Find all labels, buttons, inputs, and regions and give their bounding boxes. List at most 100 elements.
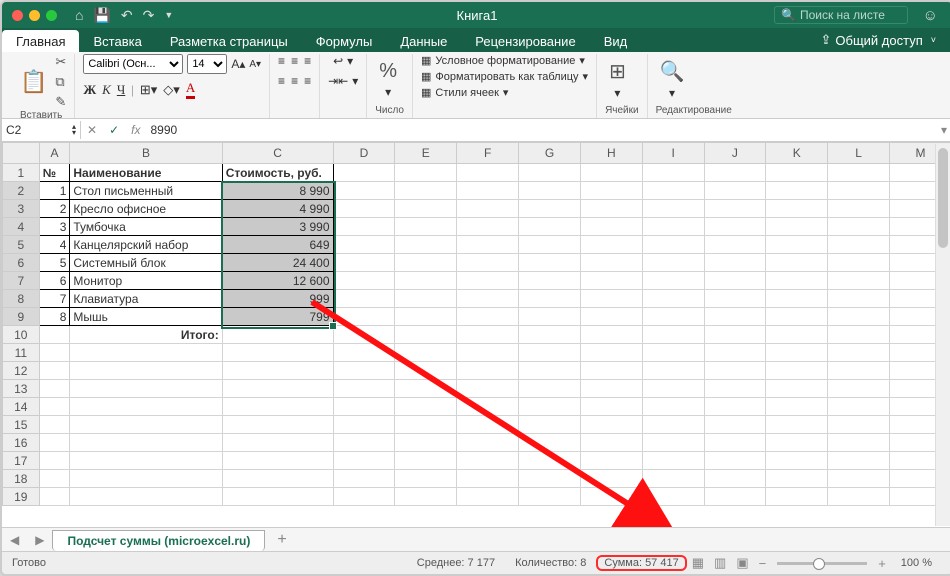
cell[interactable] (70, 434, 222, 452)
cell[interactable] (766, 308, 828, 326)
cell[interactable] (642, 182, 704, 200)
copy-icon[interactable]: ⧉ (55, 74, 66, 90)
cell[interactable] (39, 326, 70, 344)
cell[interactable] (642, 452, 704, 470)
cell[interactable] (39, 434, 70, 452)
row-header[interactable]: 6 (3, 254, 40, 272)
cell[interactable]: 3 990 (222, 218, 333, 236)
cell[interactable] (704, 398, 766, 416)
cell[interactable] (828, 182, 890, 200)
cell[interactable] (457, 272, 519, 290)
cell[interactable] (642, 218, 704, 236)
view-normal-icon[interactable]: ▦ (687, 555, 709, 571)
cell[interactable] (704, 290, 766, 308)
cell[interactable] (519, 470, 581, 488)
cell[interactable] (222, 416, 333, 434)
col-header[interactable]: J (704, 143, 766, 164)
cell[interactable] (580, 416, 642, 434)
cell[interactable]: 4 990 (222, 200, 333, 218)
cell[interactable] (642, 488, 704, 506)
cell[interactable] (704, 272, 766, 290)
cell[interactable] (704, 182, 766, 200)
col-header[interactable]: L (828, 143, 890, 164)
cell[interactable] (457, 416, 519, 434)
cell[interactable]: Кресло офисное (70, 200, 222, 218)
cell[interactable] (457, 326, 519, 344)
cell[interactable]: 24 400 (222, 254, 333, 272)
cell[interactable] (39, 452, 70, 470)
fx-icon[interactable]: fx (125, 123, 146, 137)
cell[interactable] (395, 344, 457, 362)
cell[interactable] (766, 164, 828, 182)
home-icon[interactable]: ⌂ (75, 7, 83, 23)
col-header[interactable]: B (70, 143, 222, 164)
cell[interactable] (519, 272, 581, 290)
cell[interactable] (333, 434, 395, 452)
cell[interactable] (395, 290, 457, 308)
row-header[interactable]: 18 (3, 470, 40, 488)
align-bottom-icon[interactable]: ≡ (304, 54, 311, 68)
cell[interactable] (395, 236, 457, 254)
cell[interactable] (704, 200, 766, 218)
cell[interactable] (395, 362, 457, 380)
cell[interactable] (642, 434, 704, 452)
cell[interactable] (333, 254, 395, 272)
cell[interactable] (766, 470, 828, 488)
row-header[interactable]: 13 (3, 380, 40, 398)
cell[interactable] (642, 200, 704, 218)
cell[interactable] (766, 290, 828, 308)
name-box[interactable]: C2▴▾ (2, 121, 81, 139)
cell[interactable] (642, 308, 704, 326)
cell[interactable] (766, 344, 828, 362)
cell[interactable] (580, 488, 642, 506)
cell[interactable] (580, 470, 642, 488)
maximize-window-button[interactable] (46, 10, 57, 21)
row-header[interactable]: 4 (3, 218, 40, 236)
cell[interactable] (333, 416, 395, 434)
cell[interactable] (642, 164, 704, 182)
cancel-formula-icon[interactable]: ✕ (81, 123, 103, 137)
number-format-button[interactable]: %▾ (375, 58, 401, 101)
prev-sheet-icon[interactable]: ◀ (2, 533, 27, 547)
view-layout-icon[interactable]: ▥ (709, 555, 731, 571)
col-header[interactable]: E (395, 143, 457, 164)
cell[interactable] (828, 398, 890, 416)
col-header[interactable]: D (333, 143, 395, 164)
align-middle-icon[interactable]: ≡ (291, 54, 298, 68)
cell[interactable] (222, 362, 333, 380)
cell[interactable] (766, 380, 828, 398)
cell[interactable] (39, 470, 70, 488)
cell[interactable] (519, 344, 581, 362)
cell[interactable] (395, 434, 457, 452)
cell[interactable] (828, 362, 890, 380)
cell[interactable] (642, 254, 704, 272)
cell[interactable] (457, 452, 519, 470)
cell[interactable] (828, 452, 890, 470)
cell[interactable] (333, 290, 395, 308)
cell[interactable] (70, 416, 222, 434)
cell[interactable] (457, 398, 519, 416)
cell[interactable] (333, 200, 395, 218)
cell[interactable] (457, 308, 519, 326)
cell[interactable] (642, 326, 704, 344)
cell[interactable] (333, 164, 395, 182)
sheet-tab[interactable]: Подсчет суммы (microexcel.ru) (52, 530, 265, 551)
cell[interactable] (333, 308, 395, 326)
cell[interactable] (580, 362, 642, 380)
cell[interactable] (395, 308, 457, 326)
font-size-select[interactable]: 14 (187, 54, 227, 74)
cell[interactable] (457, 380, 519, 398)
align-right-icon[interactable]: ≡ (304, 74, 311, 88)
cell[interactable] (828, 254, 890, 272)
cell[interactable] (828, 326, 890, 344)
tab-insert[interactable]: Вставка (79, 30, 155, 52)
border-button[interactable]: ⊞▾ (140, 82, 157, 98)
cell[interactable] (519, 452, 581, 470)
cell[interactable] (580, 344, 642, 362)
cell[interactable] (222, 452, 333, 470)
formula-input[interactable]: 8990 (146, 123, 936, 137)
merge-icon[interactable]: ⇥⇤ (328, 74, 348, 88)
cell[interactable] (828, 272, 890, 290)
cell[interactable] (766, 272, 828, 290)
save-icon[interactable]: 💾 (93, 7, 110, 24)
